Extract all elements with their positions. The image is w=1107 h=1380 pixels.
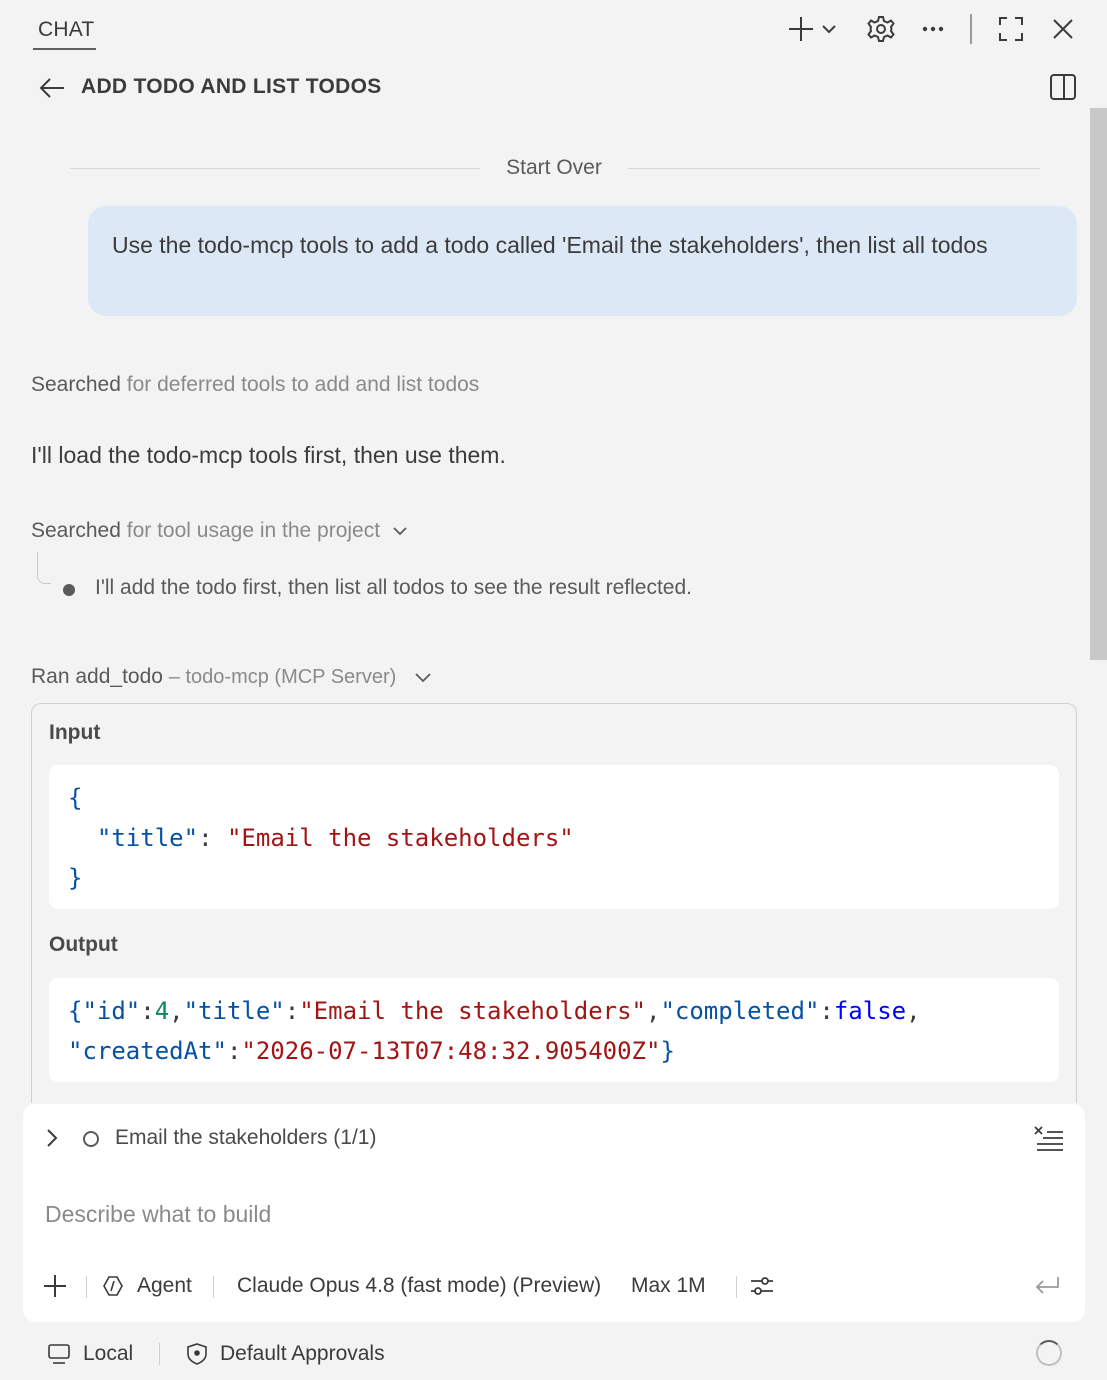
settings-button[interactable] — [864, 12, 898, 46]
user-message: Use the todo-mcp tools to add a todo cal… — [88, 206, 1077, 316]
json-value: false — [833, 997, 907, 1025]
location-picker[interactable]: Local — [47, 1339, 133, 1369]
thread-connector — [37, 552, 51, 584]
approvals-label: Default Approvals — [220, 1342, 385, 1365]
clear-todos-button[interactable] — [1029, 1120, 1069, 1156]
close-button[interactable] — [1046, 12, 1080, 46]
assistant-message: I'll load the todo-mcp tools first, then… — [31, 442, 506, 468]
sliders-icon — [751, 1277, 773, 1295]
more-icon — [922, 26, 944, 32]
search-verb: Searched — [31, 373, 121, 396]
model-picker[interactable]: Claude Opus 4.8 (fast mode) (Preview) — [237, 1268, 601, 1304]
json-key: "completed" — [660, 997, 820, 1025]
output-code-block: {"id":4,"title":"Email the stakeholders"… — [49, 978, 1059, 1082]
back-button[interactable] — [34, 70, 70, 106]
plus-icon — [789, 17, 813, 41]
json-key: "createdAt" — [68, 1037, 227, 1065]
search-detail: for deferred tools to add and list todos — [126, 373, 480, 396]
search-step-1: Searched for deferred tools to add and l… — [31, 373, 479, 397]
divider-left — [70, 168, 480, 169]
search-verb: Searched — [31, 519, 121, 542]
maximize-button[interactable] — [994, 12, 1028, 46]
toolbar-separator — [736, 1276, 737, 1298]
input-code-block: { "title": "Email the stakeholders" } — [49, 765, 1059, 909]
tool-run-label: Ran add_todo — [31, 665, 163, 688]
toggle-sidebar-button[interactable] — [1044, 68, 1082, 106]
location-label: Local — [83, 1342, 134, 1365]
context-size-picker[interactable]: Max 1M — [631, 1268, 706, 1304]
configure-tools-button[interactable] — [749, 1268, 779, 1304]
toolbar-separator — [970, 14, 972, 44]
add-context-button[interactable] — [43, 1268, 73, 1304]
json-key: "id" — [82, 997, 141, 1025]
chevron-down-icon — [415, 673, 431, 683]
json-value: 4 — [154, 997, 170, 1025]
todo-status-circle-icon — [83, 1131, 99, 1147]
divider-right — [628, 168, 1040, 169]
input-label: Input — [49, 721, 101, 744]
approvals-picker[interactable]: Default Approvals — [186, 1339, 385, 1369]
title-row: ADD TODO AND LIST TODOS — [0, 64, 1107, 110]
bullet-dot — [63, 584, 75, 596]
chat-tab[interactable]: CHAT — [38, 18, 94, 42]
send-button[interactable] — [1033, 1268, 1065, 1304]
new-chat-dropdown[interactable] — [818, 12, 840, 46]
tool-run-header[interactable]: Ran add_todo – todo-mcp (MCP Server) — [31, 665, 432, 689]
output-label: Output — [49, 933, 118, 956]
json-value: "Email the stakeholders" — [299, 997, 646, 1025]
status-separator — [159, 1343, 160, 1365]
arrow-left-icon — [39, 78, 64, 98]
input-toolbar: Agent Claude Opus 4.8 (fast mode) (Previ… — [23, 1266, 1085, 1306]
maximize-icon — [999, 17, 1023, 41]
search-step-2[interactable]: Searched for tool usage in the project — [31, 519, 408, 543]
json-value: "Email the stakeholders" — [226, 824, 574, 852]
mode-picker[interactable]: Agent — [101, 1268, 192, 1304]
clear-list-icon — [1034, 1126, 1063, 1151]
toolbar-separator — [86, 1276, 87, 1298]
computer-icon — [48, 1344, 70, 1364]
more-actions-button[interactable] — [916, 12, 950, 46]
loading-spinner-icon — [1036, 1340, 1062, 1366]
search-detail: for tool usage in the project — [126, 519, 381, 542]
json-key: "title" — [96, 824, 199, 852]
json-key: "title" — [183, 997, 285, 1025]
json-value: "2026-07-13T07:48:32.905400Z" — [241, 1037, 661, 1065]
enter-icon — [1035, 1277, 1059, 1294]
session-title: ADD TODO AND LIST TODOS — [81, 75, 382, 98]
scrollbar-thumb[interactable] — [1090, 108, 1107, 660]
prompt-input[interactable] — [45, 1194, 1055, 1234]
chevron-down-icon — [822, 25, 836, 34]
expand-todos-button[interactable] — [45, 1124, 65, 1152]
start-over-button[interactable]: Start Over — [480, 156, 628, 180]
status-bar: Local Default Approvals — [0, 1330, 1107, 1380]
new-chat-button[interactable] — [784, 12, 818, 46]
tool-run-details: Input { "title": "Email the stakeholders… — [31, 703, 1077, 1103]
chevron-right-icon — [47, 1129, 58, 1147]
thinking-step: I'll add the todo first, then list all t… — [95, 576, 693, 599]
split-panel-icon — [1050, 74, 1076, 100]
mode-label: Agent — [137, 1274, 192, 1297]
tool-run-server: – todo-mcp (MCP Server) — [168, 666, 397, 688]
shield-icon — [187, 1343, 207, 1365]
plus-icon — [44, 1275, 66, 1297]
todo-summary-row[interactable]: Email the stakeholders (1/1) — [23, 1118, 1085, 1158]
close-icon — [1053, 19, 1073, 39]
agent-icon — [103, 1276, 123, 1296]
chat-input-panel: Email the stakeholders (1/1) Agent Claud… — [23, 1104, 1085, 1322]
gear-icon — [867, 16, 895, 42]
chat-panel: CHAT ADD TODO AND LIST TODOS Start Over … — [0, 0, 1107, 1380]
toolbar-separator — [213, 1276, 214, 1298]
top-bar: CHAT — [0, 0, 1107, 58]
active-tab-indicator — [33, 48, 96, 50]
todo-summary: Email the stakeholders (1/1) — [115, 1126, 377, 1149]
chevron-down-icon — [393, 527, 407, 536]
